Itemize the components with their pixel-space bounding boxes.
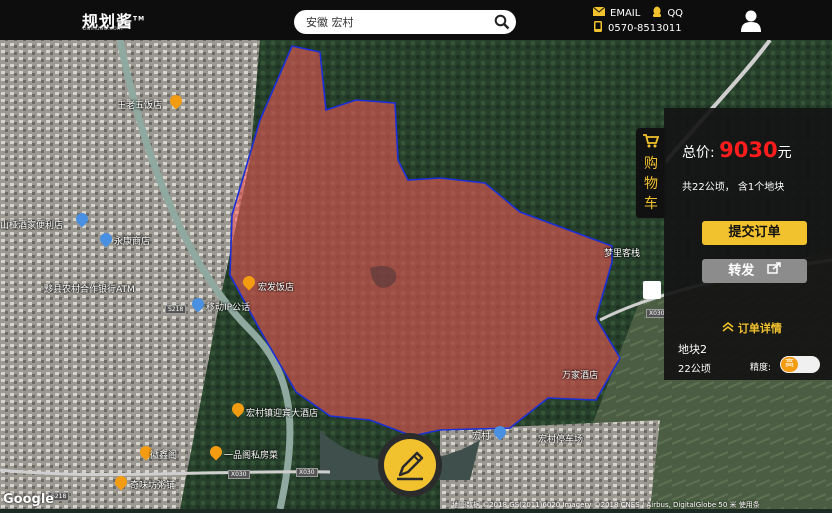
phone-number: 0570-8513011 (608, 22, 682, 34)
search-input[interactable] (306, 13, 486, 31)
precision-value: 高 (781, 357, 798, 372)
poi-label[interactable]: 黟县农村合作银行ATM (44, 282, 135, 295)
qq-label[interactable]: QQ (667, 8, 683, 19)
contact-info: EMAIL QQ 0570-8513011 (592, 6, 683, 35)
price-label: 总价: (682, 145, 715, 161)
road-tag: X030 (296, 468, 318, 477)
cart-tab-label: 购物车 (644, 156, 658, 212)
poi-label[interactable]: 奇味坊粥铺 (130, 478, 175, 491)
poi-label[interactable]: 移动IP公话 (206, 300, 250, 313)
poi-label[interactable]: 永康商店 (114, 234, 150, 247)
area-summary: 共22公顷， 含1个地块 (682, 182, 785, 193)
search-icon[interactable] (494, 14, 510, 34)
price-unit: 元 (777, 145, 792, 161)
logo-tm: TM (133, 15, 146, 23)
precision-label: 精度: (750, 363, 772, 373)
poi-label[interactable]: 宏村镇迎宾大酒店 (246, 406, 318, 419)
plot-area: 22公顷 (678, 364, 711, 375)
poi-label[interactable]: 宏发饭店 (258, 280, 294, 293)
price-value: 9030 (719, 138, 778, 162)
map-control-button[interactable] (643, 281, 661, 299)
email-label[interactable]: EMAIL (610, 8, 640, 19)
road-tag: S218 (165, 305, 187, 314)
phone-icon (593, 21, 603, 35)
poi-label[interactable]: 宏村 (472, 429, 490, 442)
submit-order-button[interactable]: 提交订单 (702, 221, 807, 245)
shopping-cart-tab[interactable]: 购物车 (636, 128, 666, 218)
precision-toggle[interactable]: 高 (780, 356, 820, 373)
share-label: 转发 (728, 263, 755, 279)
poi-label[interactable]: 万家酒店 (562, 368, 598, 381)
poi-label[interactable]: 徽鑫阁 (150, 448, 177, 461)
draw-tool-button[interactable] (378, 433, 442, 497)
search-box[interactable] (294, 10, 516, 34)
google-logo: Google (3, 492, 55, 507)
qq-icon[interactable] (652, 6, 662, 20)
poi-label[interactable]: 王老五饭店 (117, 98, 162, 111)
plot-name: 地块2 (678, 343, 707, 356)
chevron-up-icon (722, 321, 738, 335)
poi-label[interactable]: 梦里客栈 (604, 246, 640, 259)
logo[interactable]: 规划酱TM GuihuaO.com (82, 8, 145, 32)
total-price: 总价: 9030元 (682, 138, 792, 162)
order-detail-label: 订单详情 (737, 322, 782, 335)
poi-label[interactable]: 一品阁私房菜 (224, 448, 278, 461)
order-panel: 总价: 9030元 共22公顷， 含1个地块 提交订单 转发 订单详情 地块2 … (664, 108, 832, 380)
share-button[interactable]: 转发 (702, 259, 807, 283)
road-tag: X030 (228, 470, 250, 479)
email-icon[interactable] (592, 6, 606, 19)
user-icon[interactable] (741, 10, 761, 36)
logo-subtitle: GuihuaO.com (82, 25, 123, 32)
cart-icon (643, 134, 660, 148)
top-bar: 规划酱TM GuihuaO.com EMAIL QQ 0570-8513011 (0, 0, 832, 40)
poi-label[interactable]: 山桠酒家便利店 (0, 218, 63, 231)
order-detail-toggle[interactable]: 订单详情 (722, 320, 782, 336)
poi-label[interactable]: 宏村停车场 (538, 432, 583, 445)
pencil-icon (397, 451, 424, 481)
share-icon (767, 259, 781, 283)
